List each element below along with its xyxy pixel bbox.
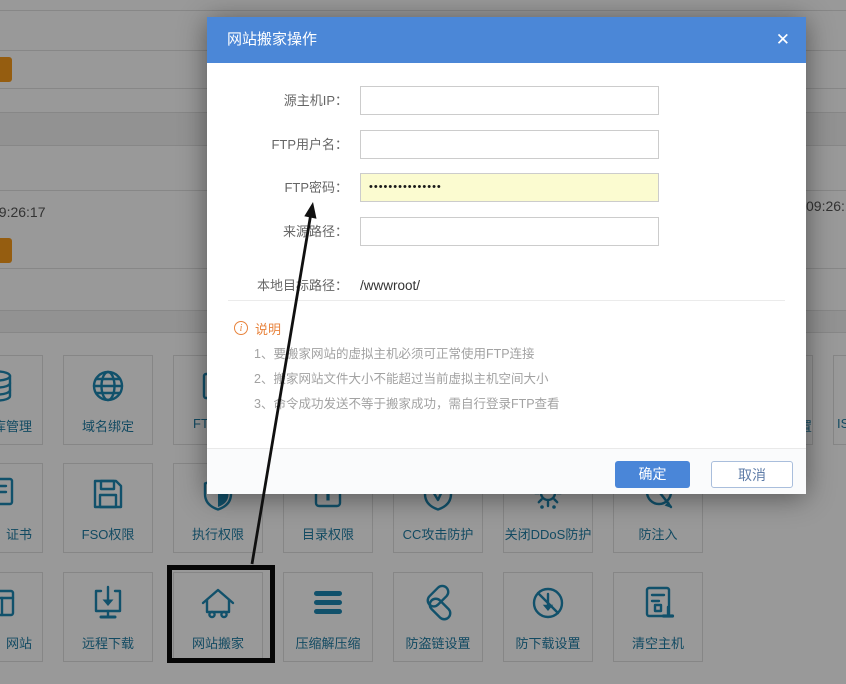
form-row-target-path: 本地目标路径： /wwwroot/: [207, 271, 806, 300]
note-item-3: 3、命令成功发送不等于搬家成功，需自行登录FTP查看: [254, 393, 560, 412]
dialog-footer: 确定 取消: [207, 448, 806, 494]
source-ip-label: 源主机IP：: [207, 86, 348, 115]
site-move-dialog: 网站搬家操作 ✕ 源主机IP： FTP用户名： FTP密码： •••••••••…: [207, 17, 806, 494]
dialog-title: 网站搬家操作: [227, 17, 317, 63]
note-item-2: 2、搬家网站文件大小不能超过当前虚拟主机空间大小: [254, 368, 548, 387]
dialog-header: 网站搬家操作 ✕: [207, 17, 806, 63]
ok-button[interactable]: 确定: [615, 461, 690, 488]
target-path-label: 本地目标路径：: [207, 271, 348, 300]
ftp-password-label: FTP密码：: [207, 173, 348, 202]
source-path-label: 来源路径：: [207, 217, 348, 246]
source-path-input[interactable]: [360, 217, 659, 246]
target-path-value: /wwwroot/: [360, 271, 420, 300]
cancel-button[interactable]: 取消: [711, 461, 793, 488]
form-row-ftp-password: FTP密码： •••••••••••••••: [207, 173, 806, 202]
ftp-user-label: FTP用户名：: [207, 130, 348, 159]
ftp-password-input[interactable]: •••••••••••••••: [360, 173, 659, 202]
info-icon: i: [234, 321, 248, 335]
close-icon[interactable]: ✕: [776, 17, 790, 63]
section-divider: [228, 300, 785, 301]
screen: 09:26:17 09:26:17 库管理 域名绑定: [0, 0, 846, 684]
note-item-1: 1、要搬家网站的虚拟主机必须可正常使用FTP连接: [254, 343, 535, 362]
form-row-ftp-user: FTP用户名：: [207, 130, 806, 159]
form-row-source-path: 来源路径：: [207, 217, 806, 246]
form-row-source-ip: 源主机IP：: [207, 86, 806, 115]
ftp-username-input[interactable]: [360, 130, 659, 159]
note-title: 说明: [255, 319, 281, 338]
source-ip-input[interactable]: [360, 86, 659, 115]
